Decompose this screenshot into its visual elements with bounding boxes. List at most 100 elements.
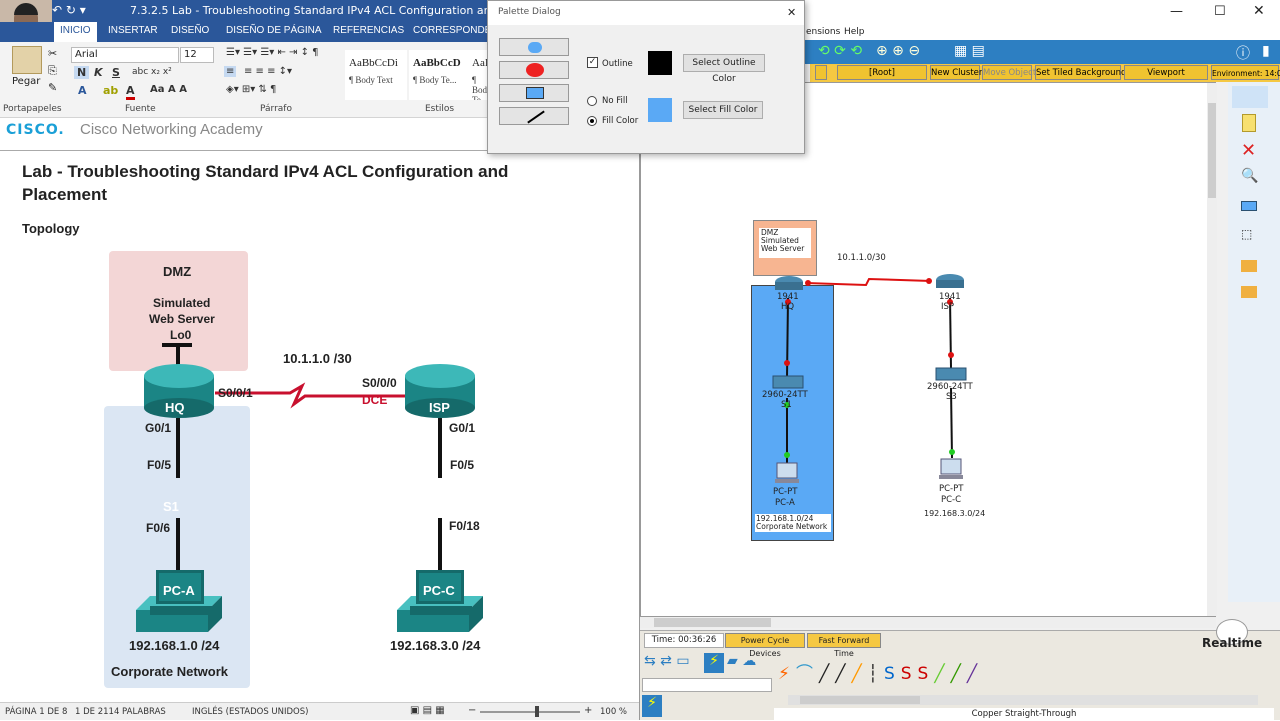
style-body-text-1[interactable]: AaBbCcDi ¶ Body Text xyxy=(345,50,407,100)
hq-g01-label: G0/1 xyxy=(145,421,172,435)
new-cluster-button[interactable]: New Cluster xyxy=(930,65,982,80)
view-mode-icons[interactable]: ▣ ▤ ▦ xyxy=(410,705,445,716)
fill-color-label: Fill Color xyxy=(602,116,639,126)
select-tool-icon[interactable] xyxy=(1232,86,1268,108)
isp-g01-label: G0/1 xyxy=(449,421,476,435)
close-icon[interactable]: ✕ xyxy=(1253,3,1265,19)
note-tool-icon[interactable] xyxy=(1242,114,1256,132)
undo-redo-icons[interactable]: ⟲ ⟳ ⟲ xyxy=(818,43,862,59)
canvas-vertical-scrollbar[interactable] xyxy=(1207,83,1217,616)
palette-close-icon[interactable]: ✕ xyxy=(787,6,796,19)
resize-tool-icon[interactable]: ⬚ xyxy=(1241,227,1252,241)
font-color-icon[interactable]: A xyxy=(126,84,135,100)
hq-router-pt-icon xyxy=(775,276,803,290)
font-size-field[interactable]: 12 xyxy=(180,47,214,63)
group-estilos: Estilos xyxy=(425,104,455,114)
text-effects-icon[interactable]: A xyxy=(78,84,87,97)
hq-label: HQ xyxy=(165,400,185,415)
quick-access-icons[interactable]: ↶ ↻ ▾ xyxy=(52,3,86,17)
delete-tool-icon[interactable]: ✕ xyxy=(1241,140,1256,161)
connections-category-icon[interactable]: ⚡ xyxy=(704,653,724,673)
ellipse-shape-button[interactable] xyxy=(499,61,569,79)
info-icon[interactable]: ⓘ xyxy=(1236,43,1250,63)
back-button[interactable] xyxy=(815,65,827,80)
paste-label[interactable]: Pegar xyxy=(12,76,40,87)
shading-border-icons[interactable]: ◈▾ ⊞▾ ⇅ ¶ xyxy=(226,84,276,95)
inspect-tool-icon[interactable]: 🔍 xyxy=(1241,168,1258,184)
font-grow-icon[interactable]: Aa A A xyxy=(150,84,187,95)
zoom-icons[interactable]: ⊕ ⊕ ⊖ xyxy=(876,43,920,59)
paste-icon[interactable] xyxy=(12,46,42,74)
italic-button[interactable]: K xyxy=(94,66,103,79)
zoom-out-icon[interactable]: − xyxy=(468,705,476,716)
menu-help[interactable]: Help xyxy=(844,27,865,37)
select-fill-color-button[interactable]: Select Fill Color xyxy=(683,101,763,119)
minimize-icon[interactable]: — xyxy=(1170,4,1183,19)
fill-color-radio[interactable] xyxy=(587,116,597,126)
draw-shape-tool-icon[interactable] xyxy=(1241,201,1257,211)
no-fill-radio[interactable] xyxy=(587,96,597,106)
cloud-shape-button[interactable] xyxy=(499,38,569,56)
zoom-slider[interactable] xyxy=(480,711,580,713)
copy-icon[interactable]: ⎘ xyxy=(48,64,57,78)
palette-title: Palette Dialog xyxy=(498,7,561,17)
palette-icons[interactable]: ▦ ▤ xyxy=(954,43,985,59)
device-category-icons[interactable]: ⇆ ⇄ ▭ xyxy=(644,653,690,669)
tiled-background-button[interactable]: Set Tiled Background xyxy=(1035,65,1126,80)
cut-icon[interactable]: ✂ xyxy=(48,47,57,60)
pcc-model-label: PC-PT xyxy=(939,484,964,494)
viewport-button[interactable]: Viewport xyxy=(1124,65,1208,80)
style-body-text-2[interactable]: AaBbCcD ¶ Body Te... xyxy=(409,50,471,100)
strike-button[interactable]: abc x₂ x² xyxy=(132,67,172,77)
list-buttons[interactable]: ☰▾ ☰▾ ☰▾ ⇤ ⇥ ↕ ¶ xyxy=(226,47,319,58)
highlight-icon[interactable]: ab xyxy=(103,84,118,97)
language-status[interactable]: INGLÉS (ESTADOS UNIDOS) xyxy=(192,707,308,717)
underline-button[interactable]: S xyxy=(112,66,120,79)
pca-model-label: PC-PT xyxy=(773,487,798,497)
format-painter-icon[interactable]: ✎ xyxy=(48,81,57,94)
zoom-in-icon[interactable]: + xyxy=(584,705,592,716)
fast-forward-button[interactable]: Fast Forward Time xyxy=(807,633,881,658)
group-portapapeles: Portapapeles xyxy=(3,104,62,114)
align-left-button[interactable]: ≡ xyxy=(224,66,237,77)
tab-inicio[interactable]: INICIO xyxy=(54,22,97,42)
zoom-level[interactable]: 100 % xyxy=(600,707,627,717)
line-shape-button[interactable] xyxy=(499,107,569,125)
word-count[interactable]: 1 DE 2114 PALABRAS xyxy=(75,707,166,717)
environment-button[interactable]: Environment: 14:00:00 xyxy=(1211,65,1280,80)
hq-serial-label: S0/0/1 xyxy=(218,386,253,400)
tab-insertar[interactable]: INSERTAR xyxy=(108,25,158,36)
zoom-thumb[interactable] xyxy=(535,706,539,717)
bold-button[interactable]: N xyxy=(74,66,90,79)
more-category-icons[interactable]: ▰ ☁ xyxy=(727,653,756,669)
cable-scrollbar[interactable] xyxy=(788,695,1258,705)
power-cycle-button[interactable]: Power Cycle Devices xyxy=(725,633,805,658)
root-button[interactable]: [Root] xyxy=(837,65,927,80)
align-buttons[interactable]: ≡ ≡ ≡ ↕▾ xyxy=(244,66,292,77)
word-status-bar: PÁGINA 1 DE 8 1 DE 2114 PALABRAS INGLÉS … xyxy=(0,702,639,720)
add-pdu-icon[interactable] xyxy=(1241,260,1257,272)
rectangle-shape-button[interactable] xyxy=(499,84,569,102)
topology-heading: Topology xyxy=(22,221,80,236)
network-info-icon[interactable]: ▮ xyxy=(1262,43,1270,59)
select-outline-color-button[interactable]: Select Outline Color xyxy=(683,54,765,84)
fill-color-swatch xyxy=(648,98,672,122)
tab-referencias[interactable]: REFERENCIAS xyxy=(333,25,404,36)
tab-correspondencia[interactable]: CORRESPONDEN xyxy=(413,25,499,36)
auto-connect-icon[interactable]: ⚡ xyxy=(642,695,662,717)
menu-extensions[interactable]: ensions xyxy=(806,27,840,37)
add-complex-pdu-icon[interactable] xyxy=(1241,286,1257,298)
tab-diseno[interactable]: DISEÑO xyxy=(171,25,209,36)
realtime-label[interactable]: Realtime xyxy=(1202,636,1262,650)
font-name-field[interactable]: Arial xyxy=(71,47,179,63)
outline-checkbox[interactable]: ✓ xyxy=(587,57,598,68)
tab-diseno-pagina[interactable]: DISEÑO DE PÁGINA xyxy=(226,25,322,36)
page-count[interactable]: PÁGINA 1 DE 8 xyxy=(5,707,67,717)
web-server-label: Web Server xyxy=(149,312,215,326)
logical-workspace-canvas[interactable]: DMZ Simulated Web Server 192.168.1.0/24 … xyxy=(640,82,1217,617)
cable-type-icons[interactable]: ⚡⌒╱╱╱┆SSS╱╱╱ xyxy=(778,659,983,684)
canvas-horizontal-scrollbar[interactable] xyxy=(640,617,1216,628)
move-object-button[interactable]: Move Object xyxy=(982,65,1036,80)
maximize-icon[interactable]: ☐ xyxy=(1214,4,1226,19)
pc-c-label: PC-C xyxy=(423,583,455,598)
